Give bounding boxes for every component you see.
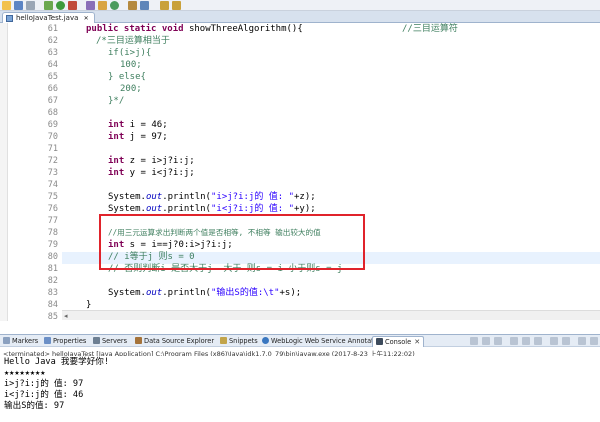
code-line-69: int i = 46; xyxy=(108,120,168,130)
line-number-gutter: 61 62 63 64 65 66 67 68 69 70 71 72 73 7… xyxy=(8,23,62,322)
line-number: 77 xyxy=(47,216,58,226)
editor-tab-label: helloJavaTest.java xyxy=(16,14,79,22)
line-number: 75 xyxy=(47,192,58,202)
line-number: 83 xyxy=(47,288,58,298)
tab-servers[interactable]: Servers xyxy=(93,336,127,347)
code-line-61: public static void showThreeAlgorithm(){ xyxy=(86,24,303,34)
horizontal-scrollbar[interactable]: ◂ xyxy=(62,310,600,320)
line-number: 65 xyxy=(47,72,58,82)
search-icon[interactable] xyxy=(140,1,149,10)
line-number: 70 xyxy=(47,132,58,142)
line-number: 81 xyxy=(47,264,58,274)
code-line-64: 100; xyxy=(120,60,142,70)
annotation-ruler xyxy=(0,23,8,321)
line-number: 80 xyxy=(47,252,58,262)
annotation-highlight-box xyxy=(99,214,365,270)
line-number: 79 xyxy=(47,240,58,250)
line-number: 76 xyxy=(47,204,58,214)
close-icon[interactable]: ✕ xyxy=(414,338,420,346)
line-number: 78 xyxy=(47,228,58,238)
line-number: 72 xyxy=(47,156,58,166)
code-line-67: }*/ xyxy=(108,96,125,106)
code-editor[interactable]: 61 62 63 64 65 66 67 68 69 70 71 72 73 7… xyxy=(0,23,600,322)
console-line: i<j?i:j的 值: 46 xyxy=(4,390,84,400)
servers-icon xyxy=(93,337,100,344)
snippets-icon xyxy=(220,337,227,344)
line-number: 71 xyxy=(47,144,58,154)
code-line-70: int j = 97; xyxy=(108,132,168,142)
open-console-icon[interactable] xyxy=(562,337,570,345)
new-java-project-icon[interactable] xyxy=(86,1,95,10)
forward-icon[interactable] xyxy=(172,1,181,10)
console-line: ★★★★★★★★ xyxy=(4,368,46,378)
code-line-73: int y = i<j?i:j; xyxy=(108,168,195,178)
properties-icon xyxy=(44,337,51,344)
code-line-75: System.out.println("i>j?i:j的 值: "+z); xyxy=(108,192,316,202)
code-line-72: int z = i>j?i:j; xyxy=(108,156,195,166)
line-number: 63 xyxy=(47,48,58,58)
code-line-66: 200; xyxy=(120,84,142,94)
line-number: 85 xyxy=(47,312,58,322)
clear-console-icon[interactable] xyxy=(510,337,518,345)
tab-weblogic-annotations[interactable]: WebLogic Web Service Annotations xyxy=(262,336,387,347)
line-number: 73 xyxy=(47,168,58,178)
main-toolbar xyxy=(0,0,600,11)
maximize-icon[interactable] xyxy=(590,337,598,345)
code-line-83: System.out.println("输出S的值:\t"+s); xyxy=(108,288,302,298)
terminate-icon[interactable] xyxy=(470,337,478,345)
line-number: 61 xyxy=(47,24,58,34)
debug-icon[interactable] xyxy=(44,1,53,10)
remove-all-icon[interactable] xyxy=(494,337,502,345)
line-number: 66 xyxy=(47,84,58,94)
back-icon[interactable] xyxy=(160,1,169,10)
remove-launch-icon[interactable] xyxy=(482,337,490,345)
code-line-63: if(i>j){ xyxy=(108,48,152,58)
line-number: 84 xyxy=(47,300,58,310)
line-number: 69 xyxy=(47,120,58,130)
console-line: 输出S的值: 97 xyxy=(4,401,65,411)
new-package-icon[interactable] xyxy=(98,1,107,10)
console-line: i>j?i:j的 值: 97 xyxy=(4,379,84,389)
scroll-left-icon[interactable]: ◂ xyxy=(64,312,68,320)
line-number: 68 xyxy=(47,108,58,118)
line-number: 67 xyxy=(47,96,58,106)
weblogic-icon xyxy=(262,337,269,344)
new-icon[interactable] xyxy=(2,1,11,10)
console-icon xyxy=(376,338,383,345)
scroll-lock-icon[interactable] xyxy=(522,337,530,345)
code-line-62: /*三目运算相当于 xyxy=(96,36,170,46)
tab-snippets[interactable]: Snippets xyxy=(220,336,258,347)
minimize-icon[interactable] xyxy=(578,337,586,345)
print-icon[interactable] xyxy=(26,1,35,10)
console-line: Hello Java 我要学好你! xyxy=(4,357,110,367)
line-number: 82 xyxy=(47,276,58,286)
java-file-icon xyxy=(6,15,13,22)
code-comment-61: //三目运算符 xyxy=(402,24,458,34)
external-tools-icon[interactable] xyxy=(68,1,77,10)
line-number: 74 xyxy=(47,180,58,190)
line-number: 62 xyxy=(47,36,58,46)
tab-data-source-explorer[interactable]: Data Source Explorer xyxy=(135,336,214,347)
tab-properties[interactable]: Properties xyxy=(44,336,86,347)
views-tab-bar: Markers Properties Servers Data Source E… xyxy=(0,334,600,347)
close-icon[interactable]: ✕ xyxy=(84,15,89,22)
console-output[interactable]: Hello Java 我要学好你! ★★★★★★★★ i>j?i:j的 值: 9… xyxy=(0,356,600,422)
tab-console[interactable]: Console ✕ xyxy=(372,336,425,347)
display-selected-console-icon[interactable] xyxy=(550,337,558,345)
run-icon[interactable] xyxy=(56,1,65,10)
save-icon[interactable] xyxy=(14,1,23,10)
new-class-icon[interactable] xyxy=(110,1,119,10)
data-source-icon xyxy=(135,337,142,344)
tab-markers[interactable]: Markers xyxy=(3,336,38,347)
open-type-icon[interactable] xyxy=(128,1,137,10)
line-number: 64 xyxy=(47,60,58,70)
editor-tab-hellojavatest[interactable]: helloJavaTest.java ✕ xyxy=(2,12,95,23)
code-line-65: } else{ xyxy=(108,72,146,82)
pin-console-icon[interactable] xyxy=(534,337,542,345)
markers-icon xyxy=(3,337,10,344)
editor-tab-strip: helloJavaTest.java ✕ xyxy=(0,11,600,23)
